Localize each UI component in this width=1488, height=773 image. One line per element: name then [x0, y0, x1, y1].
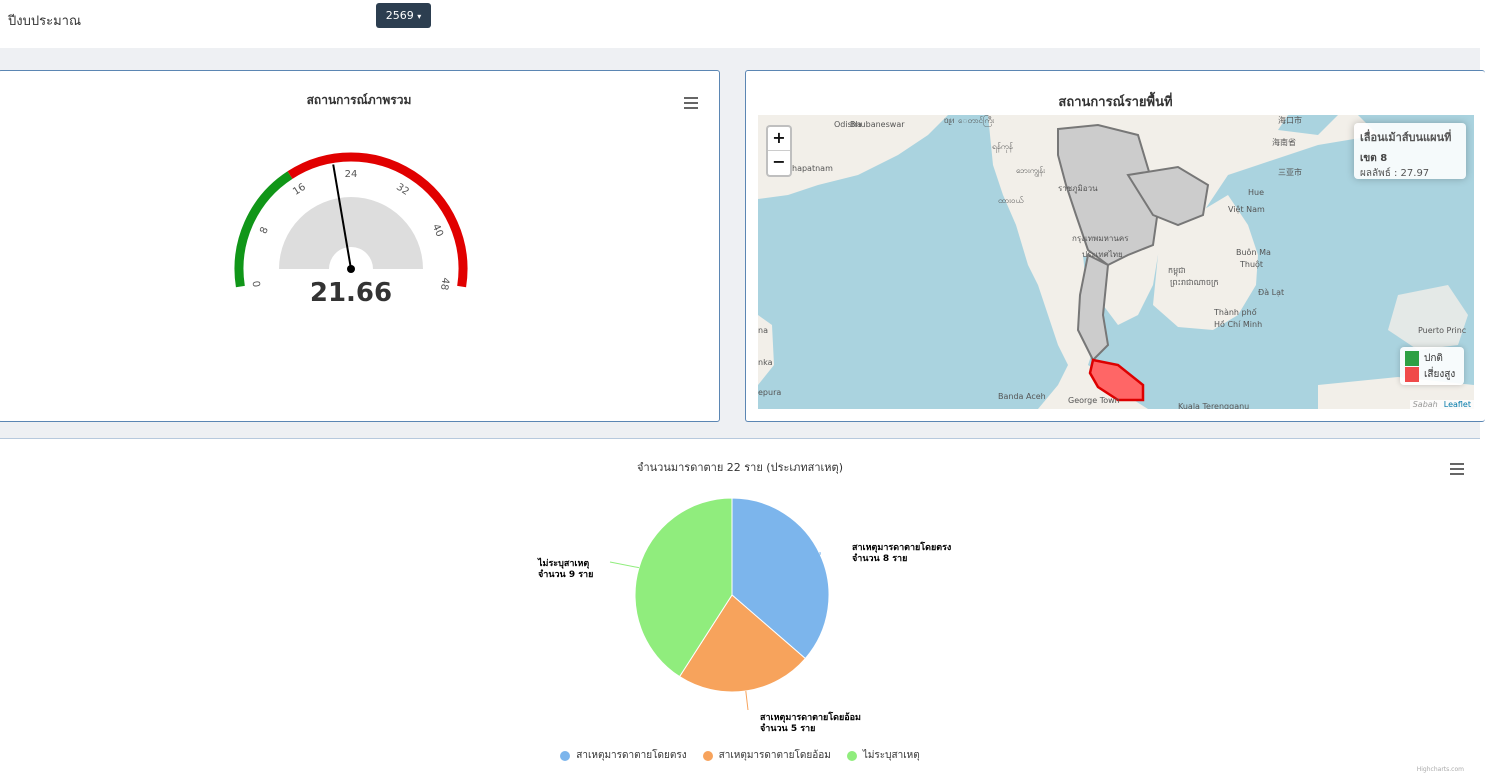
pie-data-label-count: จำนวน 5 ราย: [760, 723, 815, 734]
map-legend-high-risk: เสี่ยงสูง: [1405, 366, 1459, 382]
overview-panel: สถานการณ์ภาพรวม 08162432404821.66: [0, 70, 720, 422]
area-title: สถานการณ์รายพื้นที่: [746, 91, 1485, 112]
pie-chart: สาเหตุมารดาตายโดยตรงจำนวน 8 รายสาเหตุมาร…: [0, 448, 1480, 748]
map-info-zone: เขต 8: [1360, 151, 1460, 166]
map-place-label: nka: [758, 358, 773, 367]
map-zoom-control: + −: [766, 125, 792, 177]
map-place-label: กรุงเทพมหานคร: [1072, 234, 1129, 243]
pie-data-label-name: ไม่ระบุสาเหตุ: [537, 557, 589, 569]
legend-label-high-risk: เสี่ยงสูง: [1424, 367, 1455, 382]
map-legend-normal: ปกติ: [1405, 350, 1459, 366]
map-place-label: Kuala Terengganu: [1178, 402, 1249, 409]
zoom-out-button[interactable]: −: [768, 151, 790, 175]
gauge-tick-label: 48: [438, 277, 451, 291]
map-place-label: Thuột: [1239, 259, 1263, 269]
top-bar: ปีงบประมาณ 2569 ▾: [0, 0, 1488, 48]
map-place-label: Buôn Ma: [1236, 247, 1271, 257]
map-info-box: เลื่อนเม้าส์บนแผนที่ เขต 8 ผลลัพธ์ : 27.…: [1354, 123, 1466, 179]
map-place-label: Thành phố: [1213, 307, 1257, 317]
legend-dot-indirect: [703, 751, 713, 761]
map-place-label: 海南省: [1272, 137, 1296, 147]
map-place-label: 三亚市: [1278, 167, 1302, 177]
map-place-label: Puerto Princ: [1418, 326, 1466, 335]
caret-down-icon: ▾: [417, 12, 421, 21]
gauge-inner-pane: [279, 197, 423, 269]
map-place-label: Banda Aceh: [998, 392, 1046, 401]
map-place-label: Hue: [1248, 188, 1264, 197]
map-place-label: Hồ Chí Minh: [1214, 319, 1262, 329]
gauge-tick-label: 40: [430, 223, 445, 239]
gauge-value-label: 21.66: [310, 278, 392, 308]
area-panel: สถานการณ์รายพื้นที่ OdishaBhubaneswarᥝᥨᥢ…: [745, 70, 1485, 422]
pie-data-label-name: สาเหตุมารดาตายโดยอ้อม: [760, 711, 861, 723]
pie-data-label-name: สาเหตุมารดาตายโดยตรง: [852, 541, 951, 553]
gauge-tick-label: 8: [258, 225, 271, 235]
map-place-label: George Town: [1068, 396, 1120, 405]
fiscal-year-dropdown[interactable]: 2569 ▾: [376, 3, 431, 28]
pie-data-label-count: จำนวน 9 ราย: [538, 569, 593, 580]
legend-swatch-normal: [1405, 351, 1419, 366]
map-place-label: ประเทศไทย: [1082, 250, 1123, 259]
map-info-result: ผลลัพธ์ : 27.97: [1360, 166, 1460, 181]
leaflet-link[interactable]: Leaflet: [1444, 400, 1471, 409]
gauge-chart: 0 8 16 24 32 40 48 21.66: [0, 71, 719, 421]
legend-dot-unspecified: [847, 751, 857, 761]
pie-connector: [746, 691, 748, 710]
map-place-label: Việt Nam: [1228, 204, 1265, 214]
map-place-label: hapatnam: [792, 164, 833, 173]
pie-data-label-count: จำนวน 8 ราย: [852, 553, 907, 564]
gauge-pivot: [347, 265, 355, 273]
gauge-tick-label: 24: [345, 169, 358, 180]
legend-item-direct[interactable]: สาเหตุมารดาตายโดยตรง: [560, 748, 686, 763]
fiscal-year-label: ปีงบประมาณ: [8, 10, 81, 31]
attribution-sabah: Sabah: [1413, 400, 1438, 409]
map-place-label: ထားဝယ်: [998, 195, 1023, 205]
map-place-label: ព្រះរាជាណាចក្រ: [1170, 278, 1219, 287]
legend-dot-direct: [560, 751, 570, 761]
map-info-heading: เลื่อนเม้าส์บนแผนที่: [1360, 128, 1460, 146]
fiscal-year-value: 2569: [386, 9, 414, 22]
map-place-label: Bhubaneswar: [850, 120, 905, 129]
pie-connector: [610, 562, 639, 568]
legend-label-indirect: สาเหตุมารดาตายโดยอ้อม: [719, 748, 831, 763]
map-place-label: Đà Lạt: [1258, 288, 1284, 298]
legend-swatch-high-risk: [1405, 367, 1419, 382]
legend-label-direct: สาเหตุมารดาตายโดยตรง: [576, 748, 686, 763]
pie-legend: สาเหตุมารดาตายโดยตรง สาเหตุมารดาตายโดยอ้…: [0, 748, 1480, 763]
area-map[interactable]: OdishaBhubaneswarᥝᥨᥢေတာင်ကြီး海口市ရန်ကုန်海…: [758, 115, 1474, 409]
gauge-tick-label: 0: [252, 280, 264, 288]
legend-label-normal: ปกติ: [1424, 351, 1443, 366]
legend-item-indirect[interactable]: สาเหตุมารดาตายโดยอ้อม: [703, 748, 831, 763]
legend-label-unspecified: ไม่ระบุสาเหตุ: [863, 748, 920, 763]
gauge-tick-label: 32: [394, 182, 411, 198]
map-attribution: Sabah Leaflet: [1410, 400, 1474, 409]
map-place-label: ราชภูมิอวน: [1058, 184, 1098, 194]
map-place-label: na: [758, 326, 768, 335]
legend-item-unspecified[interactable]: ไม่ระบุสาเหตุ: [847, 748, 920, 763]
map-place-label: 海口市: [1278, 115, 1302, 125]
zoom-in-button[interactable]: +: [768, 127, 790, 151]
gauge-tick-label: 16: [291, 182, 308, 198]
map-legend: ปกติ เสี่ยงสูง: [1400, 347, 1464, 385]
map-place-label: epura: [758, 388, 781, 397]
map-place-label: ᥝᥨᥢ: [944, 116, 954, 125]
